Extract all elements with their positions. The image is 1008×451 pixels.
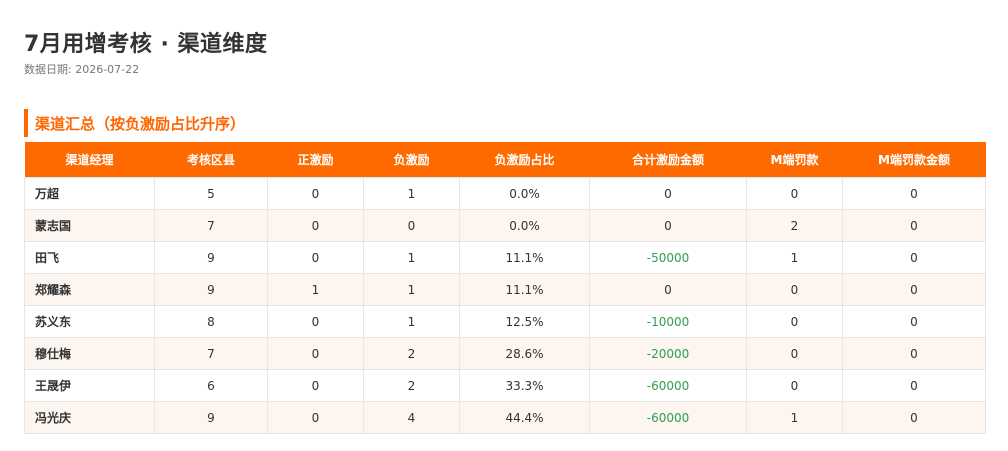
table-row: 田飞 9 0 1 11.1% -50000 1 0: [24, 241, 986, 274]
cell-manager: 穆仕梅: [24, 337, 155, 370]
cell-negative-ratio: 12.5%: [459, 305, 590, 338]
cell-negative: 4: [363, 401, 460, 434]
cell-negative: 1: [363, 305, 460, 338]
channel-summary-table: 渠道经理 考核区县 正激励 负激励 负激励占比 合计激励金额 M端罚款 M端罚款…: [24, 142, 986, 434]
cell-m-fine: 2: [746, 209, 843, 242]
cell-m-fine-amount: 0: [842, 337, 986, 370]
table-row: 郑耀森 9 1 1 11.1% 0 0 0: [24, 273, 986, 306]
cell-positive: 0: [267, 241, 364, 274]
section-header: 渠道汇总（按负激励占比升序）: [24, 109, 245, 137]
cell-negative: 2: [363, 337, 460, 370]
cell-positive: 0: [267, 177, 364, 210]
page-title: 7月用增考核 · 渠道维度: [24, 32, 268, 57]
cell-total-amount: -50000: [589, 241, 747, 274]
cell-districts: 9: [154, 241, 268, 274]
cell-negative-ratio: 33.3%: [459, 369, 590, 402]
cell-m-fine: 0: [746, 305, 843, 338]
header-negative-ratio[interactable]: 负激励占比: [459, 142, 590, 178]
cell-districts: 5: [154, 177, 268, 210]
cell-negative-ratio: 28.6%: [459, 337, 590, 370]
cell-m-fine: 1: [746, 401, 843, 434]
cell-manager: 苏义东: [24, 305, 155, 338]
cell-m-fine-amount: 0: [842, 305, 986, 338]
cell-negative-ratio: 44.4%: [459, 401, 590, 434]
table-body: 万超 5 0 1 0.0% 0 0 0 蒙志国 7 0 0 0.0% 0 2 0 田飞 9 0 1 11.1% -5000…: [24, 177, 986, 434]
cell-manager: 郑耀森: [24, 273, 155, 306]
page: 7月用增考核 · 渠道维度 数据日期: 2026-07-22 渠道汇总（按负激励…: [0, 0, 1008, 451]
header-manager[interactable]: 渠道经理: [24, 142, 155, 178]
cell-m-fine: 0: [746, 177, 843, 210]
cell-m-fine-amount: 0: [842, 177, 986, 210]
header-positive[interactable]: 正激励: [267, 142, 364, 178]
cell-m-fine-amount: 0: [842, 401, 986, 434]
cell-m-fine-amount: 0: [842, 241, 986, 274]
cell-districts: 7: [154, 337, 268, 370]
table-row: 苏义东 8 0 1 12.5% -10000 0 0: [24, 305, 986, 338]
cell-manager: 王晟伊: [24, 369, 155, 402]
cell-manager: 田飞: [24, 241, 155, 274]
cell-negative-ratio: 11.1%: [459, 241, 590, 274]
header-m-fine[interactable]: M端罚款: [746, 142, 843, 178]
header-negative[interactable]: 负激励: [363, 142, 460, 178]
cell-m-fine-amount: 0: [842, 273, 986, 306]
cell-districts: 6: [154, 369, 268, 402]
cell-total-amount: -20000: [589, 337, 747, 370]
cell-positive: 0: [267, 401, 364, 434]
cell-districts: 9: [154, 273, 268, 306]
cell-m-fine: 0: [746, 369, 843, 402]
cell-total-amount: 0: [589, 273, 747, 306]
table-row: 万超 5 0 1 0.0% 0 0 0: [24, 177, 986, 210]
header-total-amount[interactable]: 合计激励金额: [589, 142, 747, 178]
header-districts[interactable]: 考核区县: [154, 142, 268, 178]
cell-negative: 1: [363, 241, 460, 274]
cell-total-amount: -60000: [589, 369, 747, 402]
cell-total-amount: 0: [589, 209, 747, 242]
section-title: 渠道汇总（按负激励占比升序）: [35, 114, 246, 133]
cell-positive: 1: [267, 273, 364, 306]
header-m-fine-amount[interactable]: M端罚款金额: [842, 142, 986, 178]
cell-m-fine-amount: 0: [842, 369, 986, 402]
table-row: 王晟伊 6 0 2 33.3% -60000 0 0: [24, 369, 986, 402]
table-row: 穆仕梅 7 0 2 28.6% -20000 0 0: [24, 337, 986, 370]
cell-m-fine: 1: [746, 241, 843, 274]
cell-m-fine: 0: [746, 273, 843, 306]
cell-total-amount: -10000: [589, 305, 747, 338]
cell-negative-ratio: 0.0%: [459, 177, 590, 210]
cell-negative: 1: [363, 273, 460, 306]
cell-negative: 1: [363, 177, 460, 210]
cell-positive: 0: [267, 209, 364, 242]
table-row: 蒙志国 7 0 0 0.0% 0 2 0: [24, 209, 986, 242]
cell-manager: 万超: [24, 177, 155, 210]
cell-districts: 7: [154, 209, 268, 242]
cell-manager: 蒙志国: [24, 209, 155, 242]
table-row: 冯光庆 9 0 4 44.4% -60000 1 0: [24, 401, 986, 434]
cell-districts: 8: [154, 305, 268, 338]
cell-positive: 0: [267, 305, 364, 338]
cell-positive: 0: [267, 369, 364, 402]
cell-negative: 0: [363, 209, 460, 242]
cell-positive: 0: [267, 337, 364, 370]
table-header-row: 渠道经理 考核区县 正激励 负激励 负激励占比 合计激励金额 M端罚款 M端罚款…: [24, 142, 986, 178]
cell-negative-ratio: 11.1%: [459, 273, 590, 306]
cell-m-fine: 0: [746, 337, 843, 370]
cell-districts: 9: [154, 401, 268, 434]
cell-manager: 冯光庆: [24, 401, 155, 434]
cell-m-fine-amount: 0: [842, 209, 986, 242]
cell-total-amount: -60000: [589, 401, 747, 434]
section-accent-bar: [24, 109, 28, 137]
cell-total-amount: 0: [589, 177, 747, 210]
cell-negative: 2: [363, 369, 460, 402]
data-date: 数据日期: 2026-07-22: [24, 63, 140, 76]
cell-negative-ratio: 0.0%: [459, 209, 590, 242]
